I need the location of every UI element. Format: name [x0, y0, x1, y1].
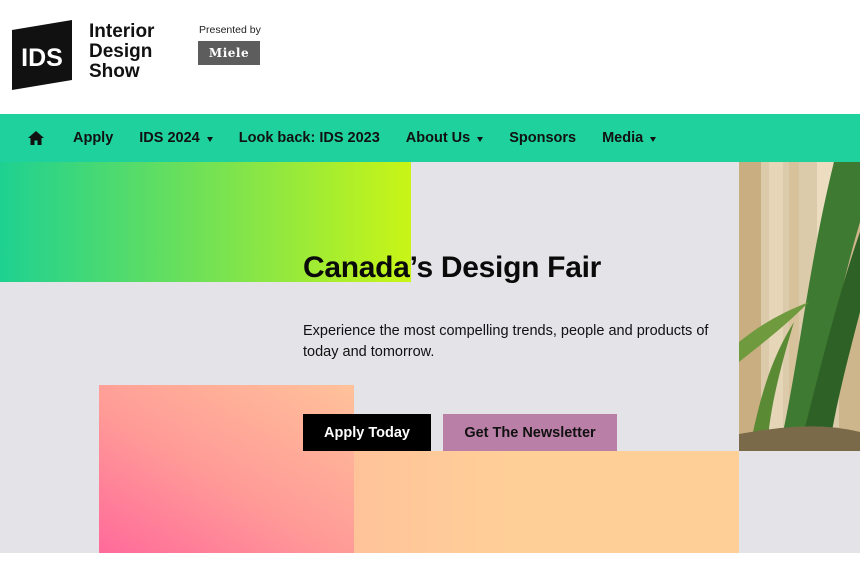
nav-item-about-us[interactable]: About Us — [405, 130, 484, 146]
apply-today-button[interactable]: Apply Today — [303, 414, 431, 451]
brand-line: Design — [89, 41, 153, 62]
brand-line: Interior — [89, 21, 155, 42]
nav-item-label: About Us — [405, 130, 471, 146]
chevron-down-icon — [477, 137, 484, 142]
get-newsletter-button[interactable]: Get The Newsletter — [443, 414, 617, 451]
nav-item-apply[interactable]: Apply — [73, 130, 113, 146]
home-icon[interactable] — [26, 128, 46, 148]
nav-item-label: IDS 2024 — [139, 130, 200, 146]
hero-subtitle: Experience the most compelling trends, p… — [303, 323, 709, 360]
brand-name[interactable]: Interior Design Show — [89, 22, 154, 82]
nav-item-label: Apply — [73, 130, 114, 146]
hero-title: Canada’s Design Fair — [303, 251, 601, 284]
ids-logo[interactable]: IDS — [12, 20, 72, 90]
site-header: IDS Interior Design Show Presented by Mi… — [0, 0, 860, 114]
logo-mark-text: IDS — [21, 44, 63, 72]
nav-item-media[interactable]: Media — [602, 130, 657, 146]
hero-photo-plant — [739, 162, 860, 451]
nav-item-look-back[interactable]: Look back: IDS 2023 — [239, 130, 380, 146]
main-navigation: Apply IDS 2024 Look back: IDS 2023 About… — [0, 114, 860, 162]
peach-gradient-block — [354, 451, 739, 553]
nav-item-label: Look back: IDS 2023 — [238, 130, 380, 146]
chevron-down-icon — [206, 137, 213, 142]
page-bottom-spacer — [0, 553, 860, 573]
hero-section: Canada’s Design Fair Experience the most… — [0, 162, 860, 553]
chevron-down-icon — [650, 137, 657, 142]
nav-item-sponsors[interactable]: Sponsors — [509, 130, 576, 146]
miele-sponsor-logo[interactable]: Miele — [198, 41, 260, 65]
nav-item-ids-2024[interactable]: IDS 2024 — [139, 130, 213, 146]
pink-gradient-block — [99, 385, 354, 553]
nav-item-label: Media — [602, 130, 644, 146]
nav-item-label: Sponsors — [509, 130, 577, 146]
presented-by-label: Presented by — [199, 24, 261, 36]
brand-line: Show — [89, 61, 140, 82]
